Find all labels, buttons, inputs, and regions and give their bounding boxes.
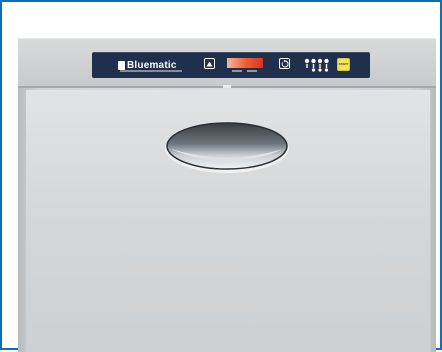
door [18,88,436,352]
up-button[interactable] [204,58,215,69]
door-handle-icon[interactable] [163,116,291,176]
display-mark [232,70,242,72]
start-label: START [338,62,349,66]
display-screen [227,58,263,68]
dishwasher: Bluematic START [18,38,436,352]
cycle-button[interactable] [279,58,290,69]
door-panel [25,90,431,352]
program-dots-icon[interactable] [304,57,330,73]
display-marks [232,70,262,73]
image-frame: Bluematic START [0,0,442,352]
control-panel: Bluematic START [92,52,370,78]
top-strip: Bluematic START [18,38,436,87]
brand-name: Bluematic [127,59,177,71]
brand-mark-icon [118,60,125,70]
display-mark [247,70,257,72]
brand-tagline [120,70,182,72]
cycle-icon [281,59,289,67]
up-arrow-icon [206,61,213,66]
start-button[interactable]: START [337,58,350,71]
